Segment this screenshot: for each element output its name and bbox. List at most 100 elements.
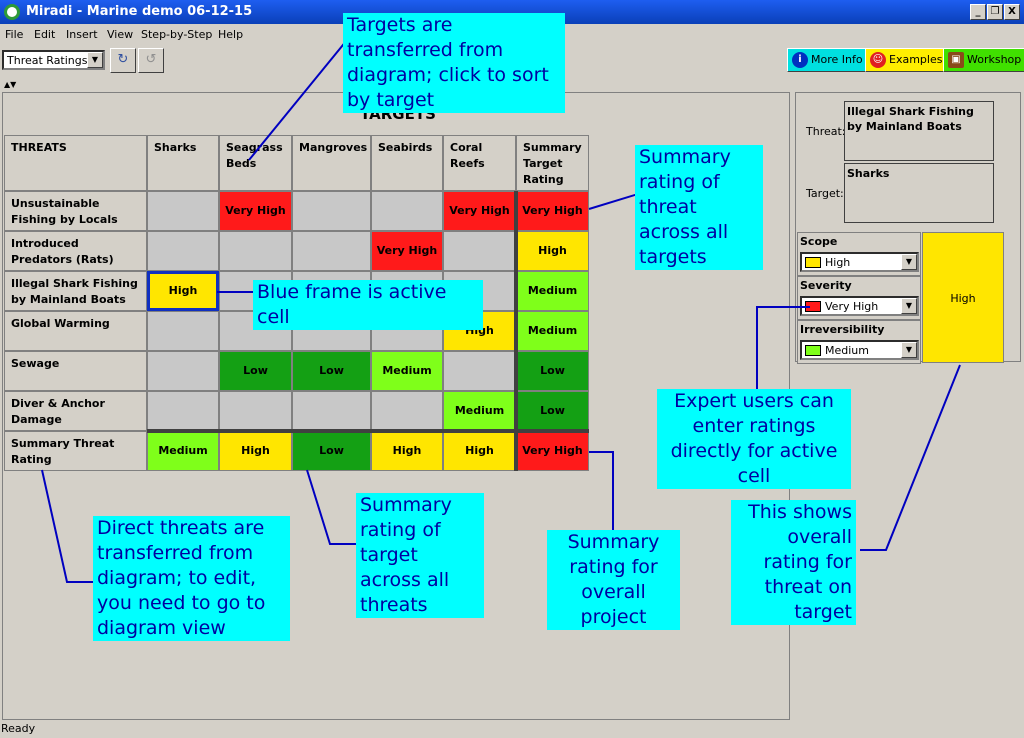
target-column-header[interactable]: Seagrass Beds [219,135,292,191]
workshop-button[interactable]: ▣ Workshop [943,48,1024,72]
scope-label: Scope [800,235,838,248]
threat-row-header: Introduced Predators (Rats) [4,231,147,271]
rating-cell[interactable]: Low [292,431,371,471]
rating-cell[interactable] [371,191,443,231]
target-column-header[interactable]: Coral Reefs [443,135,516,191]
rating-cell[interactable] [147,191,219,231]
target-label: Target: [806,187,844,200]
rating-cell[interactable]: Medium [516,311,589,351]
severity-value: Very High [825,300,879,313]
rating-cell[interactable] [147,231,219,271]
callout-active-cell: Blue frame is active cell [253,280,483,330]
view-select-value: Threat Ratings [7,54,88,67]
target-column-header[interactable]: Seabirds [371,135,443,191]
collapse-toggle-icon[interactable]: ▲▼ [4,80,16,89]
rating-cell[interactable]: Low [292,351,371,391]
target-column-header[interactable]: Summary Target Rating [516,135,589,191]
rating-cell[interactable]: Very High [443,191,516,231]
rating-cell[interactable]: High [516,231,589,271]
rating-cell[interactable]: Very High [516,431,589,471]
threats-header: THREATS [4,135,147,191]
examples-icon: ☺ [870,52,886,68]
threat-row-header: Unsustainable Fishing by Locals [4,191,147,231]
severity-label: Severity [800,279,852,292]
target-column-header[interactable]: Sharks [147,135,219,191]
scope-swatch [805,257,821,268]
irreversibility-swatch [805,345,821,356]
refresh-icon[interactable]: ↺ [138,48,164,73]
overall-threat-target-rating: High [922,232,1004,363]
severity-select[interactable]: Very High ▼ [800,296,919,316]
rating-cell[interactable] [292,191,371,231]
threat-row-header: Diver & Anchor Damage [4,391,147,431]
callout-overall-project: Summary rating for overall project [547,530,680,630]
irreversibility-select[interactable]: Medium ▼ [800,340,919,360]
rating-cell[interactable] [371,391,443,431]
scope-value: High [825,256,851,269]
target-column-header[interactable]: Mangroves [292,135,371,191]
rating-cell[interactable]: Low [219,351,292,391]
restore-button[interactable]: ❐ [987,4,1003,20]
menu-view[interactable]: View [107,28,133,41]
minimize-button[interactable]: _ [970,4,986,20]
rating-cell[interactable] [147,351,219,391]
callout-expert-users: Expert users can enter ratings directly … [657,389,851,489]
callout-summary-threat: Summary rating of threat across all targ… [635,145,763,270]
rating-cell[interactable]: Very High [371,231,443,271]
threat-row-header: Summary Threat Rating [4,431,147,471]
irreversibility-section: Irreversibility Medium ▼ [797,320,921,364]
callout-summary-target: Summary rating of target across all thre… [356,493,484,618]
rating-cell[interactable]: High [219,431,292,471]
rating-cell[interactable] [219,391,292,431]
callout-targets-transferred: Targets are transferred from diagram; cl… [343,13,565,113]
chevron-down-icon[interactable]: ▼ [87,52,103,68]
close-button[interactable]: X [1004,4,1020,20]
rating-cell[interactable] [443,231,516,271]
examples-label: Examples [889,53,943,66]
rating-cell[interactable]: Low [516,391,589,431]
more-info-button[interactable]: i More Info [787,48,868,72]
rating-cell[interactable]: High [371,431,443,471]
callout-direct-threats: Direct threats are transferred from diag… [93,516,290,641]
rating-cell[interactable] [292,231,371,271]
rating-cell[interactable] [147,391,219,431]
rating-cell[interactable]: Medium [443,391,516,431]
redo-icon[interactable]: ↻ [110,48,136,73]
active-rating-cell[interactable]: High [147,271,219,311]
workshop-icon: ▣ [948,52,964,68]
target-field: Sharks [844,163,994,223]
threat-label: Threat: [806,125,846,138]
menu-insert[interactable]: Insert [66,28,98,41]
menu-step-by-step[interactable]: Step-by-Step [141,28,212,41]
menu-edit[interactable]: Edit [34,28,55,41]
rating-cell[interactable] [147,311,219,351]
menu-help[interactable]: Help [218,28,243,41]
threat-field: Illegal Shark Fishing by Mainland Boats [844,101,994,161]
irreversibility-value: Medium [825,344,869,357]
rating-cell[interactable]: Medium [147,431,219,471]
rating-cell[interactable]: Medium [516,271,589,311]
rating-cell[interactable]: Medium [371,351,443,391]
summary-row-divider [147,429,589,433]
chevron-down-icon[interactable]: ▼ [901,254,917,270]
rating-cell[interactable] [219,231,292,271]
view-select[interactable]: Threat Ratings ▼ [2,50,105,70]
workshop-label: Workshop [967,53,1022,66]
examples-button[interactable]: ☺ Examples [865,48,948,72]
scope-select[interactable]: High ▼ [800,252,919,272]
rating-cell[interactable]: Low [516,351,589,391]
rating-cell[interactable]: Very High [516,191,589,231]
menu-file[interactable]: File [5,28,23,41]
chevron-down-icon[interactable]: ▼ [901,342,917,358]
irreversibility-label: Irreversibility [800,323,885,336]
more-info-label: More Info [811,53,863,66]
rating-cell[interactable]: Very High [219,191,292,231]
status-bar: Ready [1,722,36,735]
rating-cell[interactable]: High [443,431,516,471]
chevron-down-icon[interactable]: ▼ [901,298,917,314]
rating-cell[interactable] [443,351,516,391]
severity-section: Severity Very High ▼ [797,276,921,320]
callout-overall-threat-target: This shows overall rating for threat on … [731,500,856,625]
info-icon: i [792,52,808,68]
rating-cell[interactable] [292,391,371,431]
